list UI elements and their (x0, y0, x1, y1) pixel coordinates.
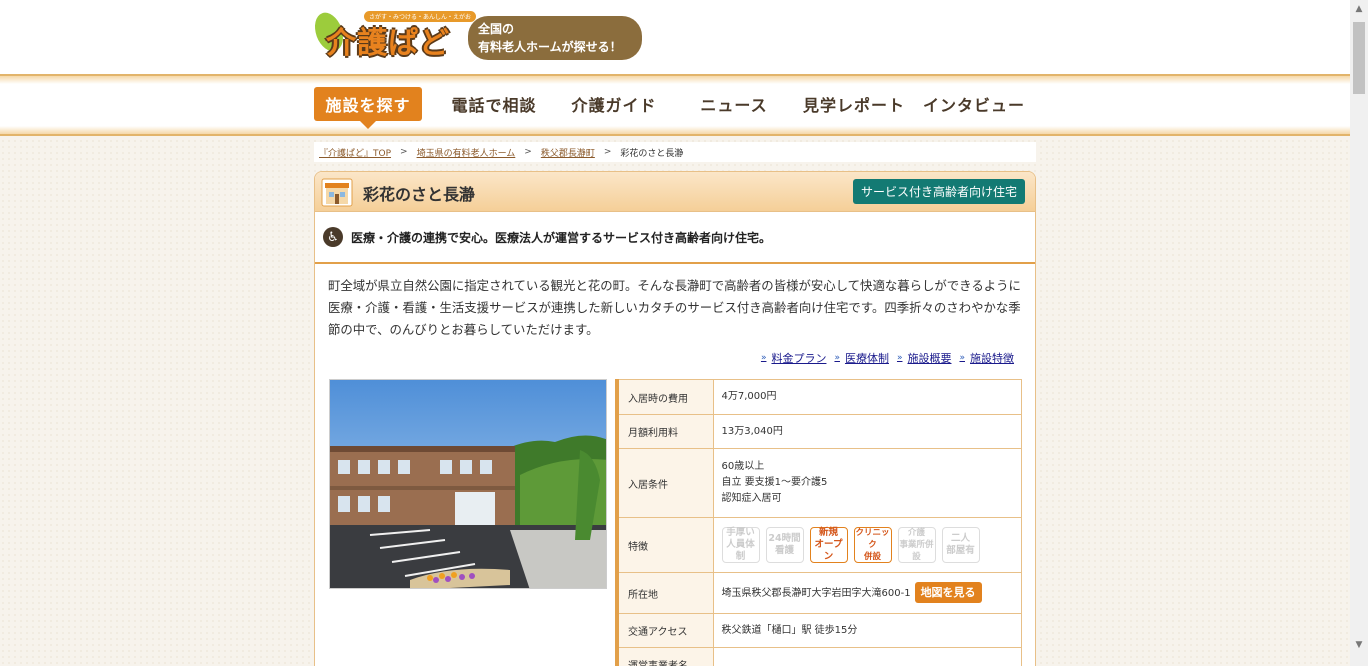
wheelchair-icon: ♿ (323, 227, 343, 247)
anchor-overview[interactable]: » 施設概要 (897, 350, 952, 366)
feature-staffing-icon: 手厚い 人員体制 (721, 527, 760, 563)
double-chevron-down-icon: » (959, 353, 965, 363)
double-chevron-down-icon: » (760, 353, 767, 363)
section-anchor-links: » 料金プラン » 医療体制 » 施設概要 » 施設特徴 (761, 350, 1014, 366)
info-label-address: 所在地 (616, 572, 714, 614)
feature-icons: 手厚い 人員体制 24時間 看護 新規 オープン クリニック 併設 介護 事業所併設 二人… (721, 527, 1022, 563)
anchor-label: 施設特徴 (970, 352, 1014, 365)
facility-info-table: 入居時の費用 4万7,000円 月額利用料 13万3,040円 入居条件 60歳… (615, 379, 1022, 666)
map-button[interactable]: 地図を見る (914, 581, 982, 603)
condition-item: 60歳以上 (721, 461, 765, 472)
info-label-access: 交通アクセス (616, 613, 714, 648)
header-background (0, 0, 1350, 78)
info-label-entry-cost: 入居時の費用 (616, 379, 714, 415)
facility-catch-text: 医療・介護の連携で安心。医療法人が運営するサービス付き高齢者向け住宅。 (351, 230, 772, 245)
facility-description: 町全域が県立自然公園に指定されている観光と花の町。そんな長瀞町で高齢者の皆様が安… (328, 278, 1021, 337)
nav-item-care-guide[interactable]: 介護ガイド (554, 87, 674, 121)
feature-new-open-icon: 新規 オープン (809, 527, 848, 563)
feature-24h-nursing-icon: 24時間 看護 (765, 527, 804, 563)
breadcrumb-separator: > (603, 147, 612, 157)
condition-item: 自立 要支援1～要介護5 (721, 477, 828, 488)
house-icon (321, 178, 353, 207)
logo-bubble-line2: 有料老人ホームが探せる！ (478, 40, 622, 54)
logo-text: 介護ぱど (326, 26, 450, 61)
facility-panel: 彩花のさと長瀞 サービス付き高齢者向け住宅 ♿ 医療・介護の連携で安心。医療法人… (314, 171, 1036, 666)
anchor-label: 料金プラン (771, 352, 827, 365)
breadcrumb-separator: > (400, 147, 408, 157)
double-chevron-down-icon: » (896, 353, 903, 363)
info-value-entry-cost: 4万7,000円 (712, 379, 1022, 415)
breadcrumb-current: 彩花のさと長瀞 (620, 148, 684, 159)
scroll-thumb[interactable] (1353, 22, 1365, 94)
facility-photo[interactable] (329, 379, 607, 589)
info-value-monthly: 13万3,040円 (712, 414, 1022, 449)
nav-item-search-facility[interactable]: 施設を探す (314, 87, 422, 129)
address-text: 埼玉県秩父郡長瀞町大字岩田字大滝600-1 (721, 587, 911, 599)
breadcrumb-link-top[interactable]: 『介護ぱど』TOP (319, 146, 391, 159)
nav-item-interview[interactable]: インタビュー (914, 87, 1034, 121)
facility-header: 彩花のさと長瀞 サービス付き高齢者向け住宅 (315, 172, 1035, 212)
facility-photo-image (330, 380, 606, 588)
logo-speech-bubble: 全国の 有料老人ホームが探せる！ (468, 16, 642, 60)
feature-two-person-room-icon: 二人 部屋有 (941, 527, 980, 563)
info-value-conditions: 60歳以上 自立 要支援1～要介護5 認知症入居可 (712, 448, 1022, 518)
condition-item: 認知症入居可 (721, 493, 782, 504)
breadcrumb-link-prefecture[interactable]: 埼玉県の有料老人ホーム (417, 146, 516, 159)
breadcrumb: 『介護ぱど』TOP > 埼玉県の有料老人ホーム > 秩父郡長瀞町 > 彩花のさと… (314, 142, 1036, 162)
anchor-price-plan[interactable]: » 料金プラン (761, 350, 827, 366)
breadcrumb-separator: > (524, 147, 532, 157)
nav-item-phone-consult[interactable]: 電話で相談 (434, 87, 554, 121)
info-value-features: 手厚い 人員体制 24時間 看護 新規 オープン クリニック 併設 介護 事業所併設 二人… (712, 517, 1022, 573)
anchor-features[interactable]: » 施設特徴 (959, 350, 1014, 366)
info-value-operator (712, 647, 1022, 666)
anchor-label: 施設概要 (907, 352, 952, 365)
info-label-operator: 運営事業者名 (616, 647, 714, 666)
nav-item-news[interactable]: ニュース (674, 87, 794, 121)
double-chevron-down-icon: » (834, 353, 840, 363)
feature-clinic-icon: クリニック 併設 (853, 527, 892, 563)
info-label-monthly: 月額利用料 (616, 414, 714, 449)
nav-band-top (0, 74, 1350, 84)
anchor-medical[interactable]: » 医療体制 (834, 350, 889, 366)
facility-type-badge: サービス付き高齢者向け住宅 (852, 179, 1025, 204)
info-label-features: 特徴 (616, 517, 714, 573)
anchor-label: 医療体制 (844, 352, 889, 365)
logo-bubble-line1: 全国の (478, 22, 515, 36)
info-value-address: 埼玉県秩父郡長瀞町大字岩田字大滝600-1 地図を見る (712, 572, 1022, 614)
global-nav: 施設を探す 電話で相談 介護ガイド ニュース 見学レポート インタビュー (314, 87, 1034, 129)
breadcrumb-link-town[interactable]: 秩父郡長瀞町 (541, 146, 595, 159)
vertical-scrollbar[interactable]: ▲ ▼ (1350, 0, 1368, 666)
info-label-conditions: 入居条件 (616, 448, 714, 518)
scroll-down-arrow-icon[interactable]: ▼ (1350, 636, 1368, 654)
facility-catch: ♿ 医療・介護の連携で安心。医療法人が運営するサービス付き高齢者向け住宅。 (315, 212, 1035, 264)
nav-item-visit-report[interactable]: 見学レポート (794, 87, 914, 121)
feature-care-office-icon: 介護 事業所併設 (897, 527, 936, 563)
info-value-access: 秩父鉄道「樋口」駅 徒歩15分 (712, 613, 1022, 648)
facility-name: 彩花のさと長瀞 (363, 185, 476, 204)
scroll-up-arrow-icon[interactable]: ▲ (1350, 0, 1368, 18)
nav-band-bottom (0, 126, 1350, 136)
